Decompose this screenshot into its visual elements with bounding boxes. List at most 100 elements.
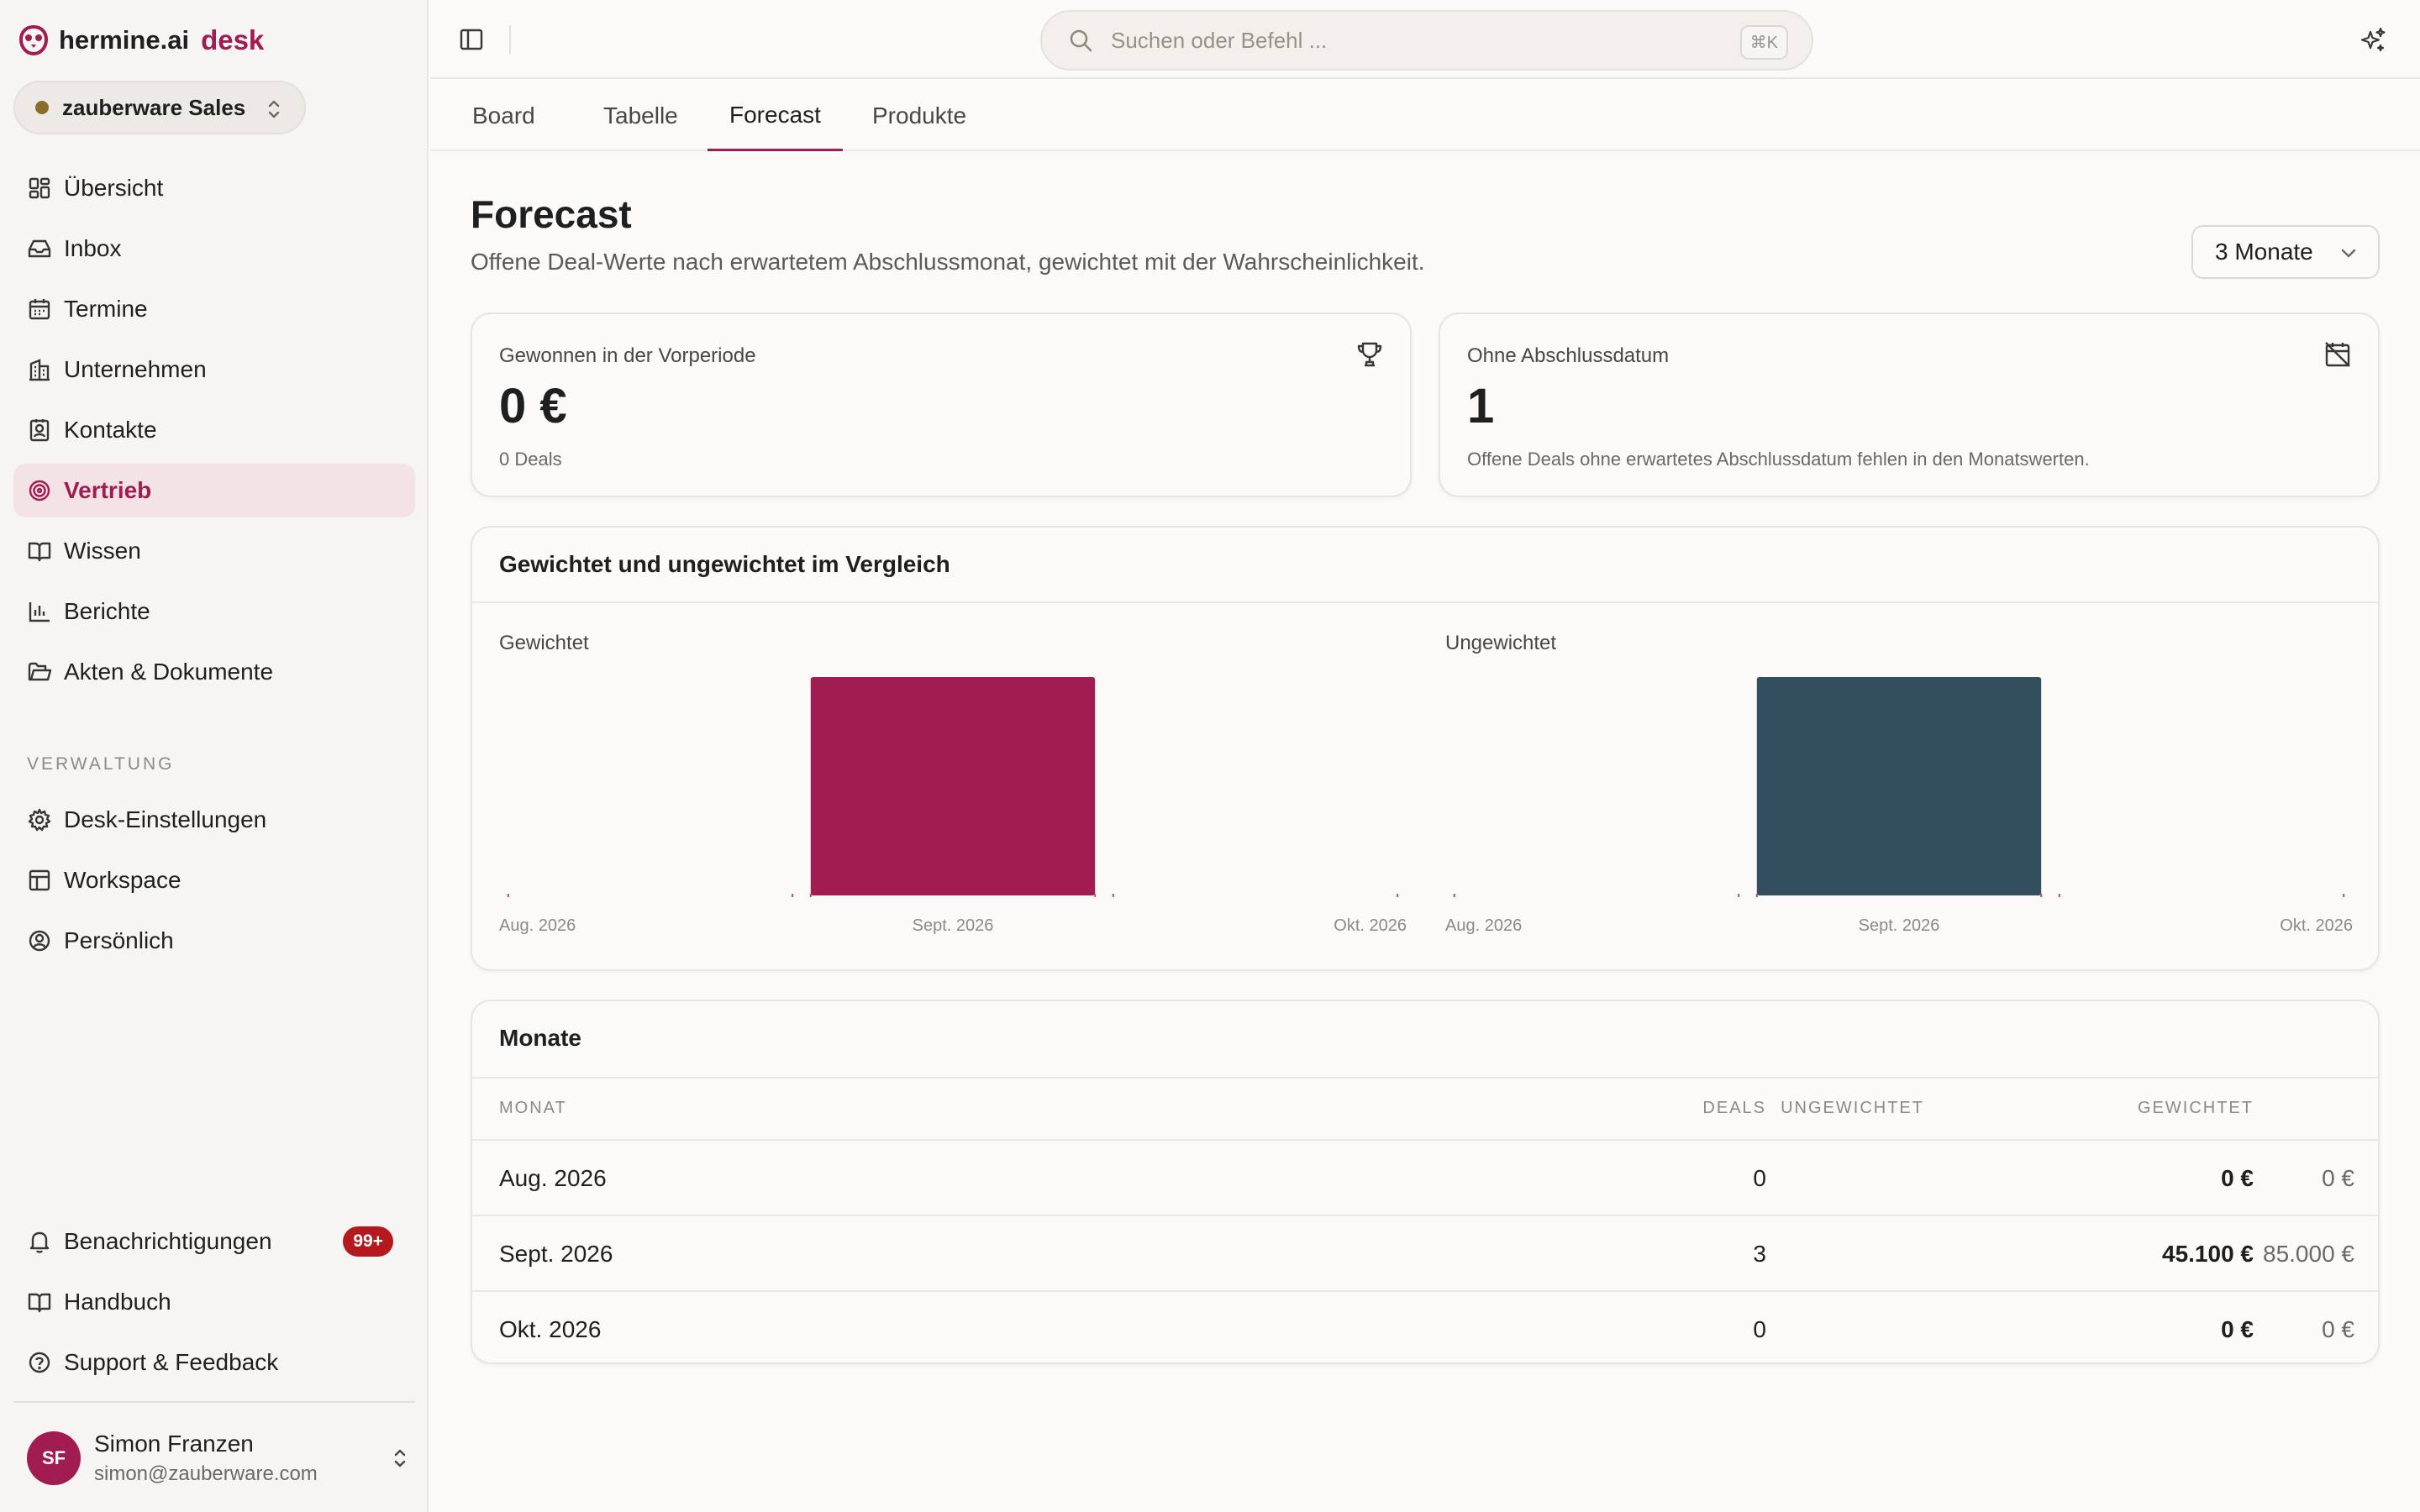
- sidebar-item-kontakte[interactable]: Kontakte: [13, 403, 415, 457]
- cell-month: Okt. 2026: [499, 1316, 602, 1342]
- brand[interactable]: hermine.ai desk: [18, 22, 264, 59]
- book-icon: [28, 1293, 51, 1313]
- cell-month: Sept. 2026: [499, 1241, 613, 1267]
- page-title: Forecast: [471, 192, 632, 236]
- sidebar-item-termine[interactable]: Termine: [13, 282, 415, 336]
- search-shortcut: ⌘K: [1739, 25, 1788, 60]
- tab-bar: Board Tabelle Forecast Produkte: [430, 81, 2420, 151]
- brand-name: hermine.ai: [59, 25, 190, 55]
- sidebar-item-workspace[interactable]: Workspace: [13, 853, 415, 907]
- sidebar-item-support[interactable]: Support & Feedback: [13, 1336, 415, 1389]
- cell-deals: 0: [1753, 1165, 1766, 1191]
- x-tick-label: Aug. 2026: [1445, 916, 1522, 935]
- sidebar-item-label: Unternehmen: [64, 356, 207, 382]
- period-select-value: 3 Monate: [2215, 239, 2313, 265]
- sidebar-item-vertrieb[interactable]: Vertrieb: [13, 464, 415, 517]
- sidebar-item-inbox[interactable]: Inbox: [13, 222, 415, 276]
- kpi-value: 0 €: [499, 379, 567, 433]
- gear-icon: [28, 808, 51, 832]
- x-tick-label: Okt. 2026: [1334, 916, 1407, 935]
- x-tick-label: Sept. 2026: [1859, 916, 1940, 935]
- section-label-verwaltung: VERWALTUNG: [27, 754, 175, 774]
- page-subtitle: Offene Deal-Werte nach erwartetem Abschl…: [471, 249, 1425, 275]
- toolbar-separator: [509, 25, 511, 54]
- tab-produkte[interactable]: Produkte: [850, 81, 988, 151]
- sidebar-item-label: Handbuch: [64, 1289, 171, 1315]
- table-row[interactable]: Okt. 2026 0 0 € 0 €: [472, 1290, 2378, 1362]
- cell-month: Aug. 2026: [499, 1165, 607, 1191]
- sidebar-item-handbuch[interactable]: Handbuch: [13, 1275, 415, 1329]
- weighted-bar-chart: Aug. 2026 Sept. 2026 Okt. 2026: [499, 677, 1407, 935]
- sidebar-item-label: Übersicht: [64, 175, 164, 201]
- workspace-name: zauberware Sales: [62, 94, 246, 120]
- sidebar-item-label: Wissen: [64, 538, 141, 564]
- chart-title-ungewichtet: Ungewichtet: [1445, 632, 1557, 654]
- building-icon: [29, 359, 50, 381]
- user-name: Simon Franzen: [94, 1431, 254, 1457]
- search-placeholder: Suchen oder Befehl ...: [1111, 27, 1328, 53]
- sidebar-item-label: Support & Feedback: [64, 1349, 279, 1375]
- kpi-value: 1: [1467, 379, 1495, 433]
- avatar: SF: [27, 1431, 81, 1485]
- kpi-label: Ohne Abschlussdatum: [1467, 344, 1670, 367]
- cell-deals: 3: [1753, 1241, 1766, 1267]
- sidebar-item-persoenlich[interactable]: Persönlich: [13, 914, 415, 968]
- ai-sparkle-icon[interactable]: [2358, 25, 2388, 55]
- user-menu[interactable]: SF Simon Franzen simon@zauberware.com: [27, 1428, 408, 1488]
- cell-unweighted: 0 €: [2322, 1316, 2354, 1342]
- table-row[interactable]: Sept. 2026 3 45.100 € 85.000 €: [472, 1215, 2378, 1290]
- search-icon: [1070, 29, 1092, 52]
- bar-sept-2026: [1756, 677, 2042, 895]
- sidebar-item-label: Vertrieb: [64, 477, 152, 503]
- notification-count-badge: 99+: [343, 1226, 393, 1257]
- user-circle-icon: [29, 930, 50, 952]
- sidebar-item-akten[interactable]: Akten & Dokumente: [13, 645, 415, 699]
- calendar-icon: [29, 299, 50, 320]
- tab-board[interactable]: Board: [450, 81, 557, 151]
- sidebar-item-wissen[interactable]: Wissen: [13, 524, 415, 578]
- sidebar-item-unternehmen[interactable]: Unternehmen: [13, 343, 415, 396]
- tab-forecast[interactable]: Forecast: [708, 81, 843, 151]
- layout-icon: [29, 869, 50, 891]
- table-row[interactable]: Aug. 2026 0 0 € 0 €: [472, 1139, 2378, 1215]
- sidebar-item-label: Kontakte: [64, 417, 157, 443]
- sidebar-item-desk-einstellungen[interactable]: Desk-Einstellungen: [13, 793, 415, 847]
- user-info: Simon Franzen simon@zauberware.com: [94, 1431, 318, 1486]
- workspace-switcher[interactable]: zauberware Sales: [13, 81, 306, 134]
- calendar-off-icon: [2325, 342, 2350, 367]
- kpi-note: 0 Deals: [499, 449, 562, 470]
- chevron-updown-icon: [268, 100, 280, 118]
- book-icon: [28, 542, 51, 562]
- cell-unweighted: 0 €: [2322, 1165, 2354, 1191]
- user-email: simon@zauberware.com: [94, 1462, 318, 1485]
- months-table-card: Monate MONAT DEALS GEWICHTET UNGEWICHTET…: [471, 1000, 2380, 1364]
- period-select[interactable]: 3 Monate: [2191, 225, 2380, 279]
- chart-title-gewichtet: Gewichtet: [499, 632, 589, 654]
- comparison-chart-card: Gewichtet und ungewichtet im Vergleich G…: [471, 526, 2380, 971]
- cell-weighted: 0 €: [2221, 1165, 2254, 1191]
- sidebar-item-label: Inbox: [64, 235, 122, 261]
- sidebar-item-label: Workspace: [64, 867, 182, 893]
- top-bar: Suchen oder Befehl ... ⌘K: [430, 0, 2420, 79]
- bar-sept-2026: [810, 677, 1096, 895]
- card-divider: [472, 601, 2378, 603]
- search-input[interactable]: Suchen oder Befehl ... ⌘K: [1040, 10, 1813, 71]
- bell-icon: [29, 1231, 50, 1253]
- dashboard-icon: [29, 177, 50, 199]
- brand-suffix: desk: [201, 24, 265, 55]
- sidebar-toggle-icon[interactable]: [459, 27, 484, 52]
- cell-unweighted: 85.000 €: [2263, 1241, 2354, 1267]
- kpi-card-won: Gewonnen in der Vorperiode 0 € 0 Deals: [471, 312, 1412, 497]
- kpi-label: Gewonnen in der Vorperiode: [499, 344, 756, 367]
- workspace-status-dot: [35, 101, 49, 114]
- target-icon: [29, 480, 50, 501]
- card-title: Gewichtet und ungewichtet im Vergleich: [499, 551, 950, 577]
- sidebar-item-benachrichtigungen[interactable]: Benachrichtigungen 99+: [13, 1215, 415, 1268]
- sidebar-item-berichte[interactable]: Berichte: [13, 585, 415, 638]
- sidebar-item-label: Akten & Dokumente: [64, 659, 274, 685]
- sidebar-item-label: Termine: [64, 296, 148, 322]
- sidebar-item-uebersicht[interactable]: Übersicht: [13, 161, 415, 215]
- owl-logo-icon: [18, 24, 49, 56]
- x-tick-label: Aug. 2026: [499, 916, 576, 935]
- tab-tabelle[interactable]: Tabelle: [581, 81, 700, 151]
